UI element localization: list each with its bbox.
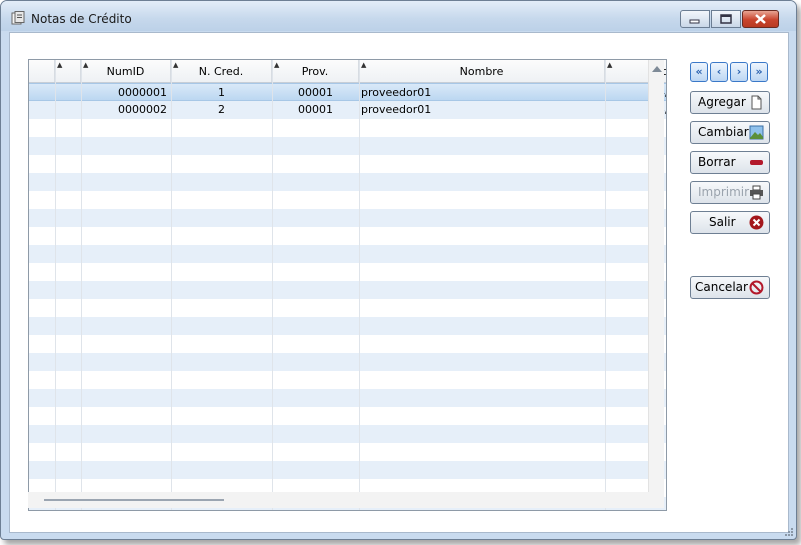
sort-icon: ▲ [607, 61, 613, 69]
title-bar[interactable]: Notas de Crédito [1, 1, 796, 31]
empty-table-row[interactable] [29, 353, 666, 371]
grid-header: ▲ ▲NumID ▲N. Cred. ▲Prov. ▲Nombre ▲Fec [29, 60, 666, 83]
cell-numid: 0000001 [118, 86, 167, 99]
table-row[interactable]: 0000001100001proveedor0124/ [29, 83, 666, 101]
sort-icon: ▲ [274, 61, 280, 69]
empty-table-row[interactable] [29, 155, 666, 173]
empty-table-row[interactable] [29, 119, 666, 137]
close-window-button[interactable] [742, 10, 779, 28]
column-header-numid[interactable]: ▲ NumID [81, 60, 171, 82]
scroll-corner [648, 492, 664, 508]
empty-table-row[interactable] [29, 335, 666, 353]
horizontal-scroll-thumb[interactable] [44, 499, 224, 501]
sort-icon: ▲ [83, 61, 89, 69]
picture-icon [749, 125, 764, 140]
empty-table-row[interactable] [29, 317, 666, 335]
change-button[interactable]: Cambiar [690, 121, 770, 144]
column-header-prov[interactable]: ▲ Prov. [272, 60, 359, 82]
empty-table-row[interactable] [29, 245, 666, 263]
resize-grip-icon[interactable] [783, 526, 793, 536]
minus-icon [750, 160, 763, 165]
empty-table-row[interactable] [29, 191, 666, 209]
chevron-left-icon: ‹ [716, 65, 722, 78]
data-grid[interactable]: ▲ ▲NumID ▲N. Cred. ▲Prov. ▲Nombre ▲Fec 0… [28, 59, 667, 511]
no-entry-icon [749, 280, 764, 295]
column-divider [81, 60, 82, 510]
next-record-button[interactable]: › [730, 62, 748, 82]
empty-table-row[interactable] [29, 443, 666, 461]
notes-icon [11, 11, 25, 25]
column-header-ncred[interactable]: ▲ N. Cred. [171, 60, 272, 82]
sort-icon: ▲ [57, 61, 63, 69]
cell-ncred: 2 [218, 103, 225, 116]
cell-numid: 0000002 [118, 103, 167, 116]
chevron-right-icon: › [736, 65, 742, 78]
empty-table-row[interactable] [29, 371, 666, 389]
close-circle-icon [749, 215, 764, 230]
minimize-icon [689, 19, 700, 24]
table-row[interactable]: 0000002200001proveedor0103/ [29, 101, 666, 119]
column-divider [605, 60, 606, 510]
empty-table-row[interactable] [29, 209, 666, 227]
delete-button[interactable]: Borrar [690, 151, 770, 174]
last-record-button[interactable]: » [750, 62, 768, 82]
cell-prov: 00001 [298, 86, 333, 99]
empty-table-row[interactable] [29, 425, 666, 443]
window-title: Notas de Crédito [31, 12, 132, 26]
double-chevron-right-icon: » [755, 65, 763, 78]
cell-nombre: proveedor01 [361, 103, 432, 116]
horizontal-scrollbar[interactable] [28, 492, 648, 508]
exit-button[interactable]: Salir [690, 211, 770, 234]
sort-icon: ▲ [173, 61, 179, 69]
add-button[interactable]: Agregar [690, 91, 770, 114]
column-header-indicator[interactable] [29, 60, 55, 82]
double-chevron-left-icon: « [695, 65, 703, 78]
printer-icon [750, 185, 763, 200]
cell-nombre: proveedor01 [361, 86, 432, 99]
client-area: ▲ ▲NumID ▲N. Cred. ▲Prov. ▲Nombre ▲Fec 0… [9, 32, 789, 533]
previous-record-button[interactable]: ‹ [710, 62, 728, 82]
empty-table-row[interactable] [29, 281, 666, 299]
maximize-icon [720, 14, 732, 24]
cancel-button[interactable]: Cancelar [690, 276, 770, 299]
maximize-button[interactable] [711, 10, 741, 28]
empty-table-row[interactable] [29, 389, 666, 407]
app-window: Notas de Crédito ▲ ▲ NumID ▲ N. Cred. ▲ Pro… [0, 0, 797, 540]
scroll-up-icon[interactable] [652, 66, 662, 72]
column-header-nombre[interactable]: ▲ Nombre [359, 60, 605, 82]
cell-prov: 00001 [298, 103, 333, 116]
first-record-button[interactable]: « [690, 62, 708, 82]
vertical-scrollbar[interactable] [648, 60, 664, 508]
cell-ncred: 1 [218, 86, 225, 99]
empty-table-row[interactable] [29, 173, 666, 191]
empty-table-row[interactable] [29, 407, 666, 425]
empty-table-row[interactable] [29, 137, 666, 155]
empty-table-row[interactable] [29, 227, 666, 245]
empty-table-row[interactable] [29, 299, 666, 317]
empty-table-row[interactable] [29, 461, 666, 479]
column-divider [359, 60, 360, 510]
column-divider [171, 60, 172, 510]
sort-icon: ▲ [361, 61, 367, 69]
close-icon [755, 14, 766, 24]
new-page-icon [751, 95, 762, 110]
column-divider [272, 60, 273, 510]
empty-table-row[interactable] [29, 263, 666, 281]
minimize-button[interactable] [680, 10, 710, 28]
column-header-blank[interactable]: ▲ [55, 60, 81, 82]
print-button[interactable]: Imprimir [690, 181, 770, 204]
column-divider [55, 60, 56, 510]
